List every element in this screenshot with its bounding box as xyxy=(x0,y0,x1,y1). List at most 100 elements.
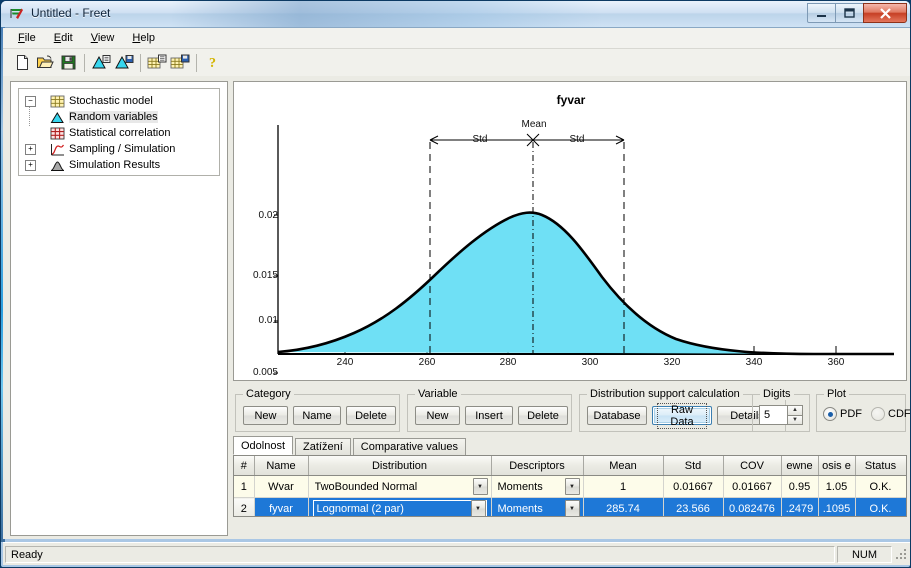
chevron-down-icon[interactable]: ▼ xyxy=(472,478,488,495)
new-icon[interactable] xyxy=(11,52,33,74)
title-bar: Untitled - Freet xyxy=(1,1,910,28)
col-header-status[interactable]: Status xyxy=(855,456,906,476)
row-index: 1 xyxy=(234,475,255,498)
category-name-button[interactable]: Name xyxy=(293,406,341,425)
digits-stepper[interactable]: 5 ▲ ▼ xyxy=(759,405,803,425)
row-mean[interactable]: 285.74 xyxy=(583,497,664,516)
correlation-red-icon xyxy=(50,127,65,139)
distribution-combobox[interactable]: TwoBounded Normal ▼ xyxy=(312,477,488,496)
minimize-button[interactable] xyxy=(807,3,836,23)
row-descriptors-cell[interactable]: Moments ▼ xyxy=(491,475,584,498)
chevron-down-icon[interactable]: ▼ xyxy=(564,478,580,495)
tab-odolnost[interactable]: Odolnost xyxy=(233,436,294,455)
random-variables-save-icon[interactable] xyxy=(113,52,135,74)
plot-pdf-radio[interactable]: PDF xyxy=(823,407,862,421)
row-name[interactable]: fyvar xyxy=(254,497,309,516)
chevron-down-icon[interactable]: ▼ xyxy=(470,500,486,516)
row-status: O.K. xyxy=(855,475,906,498)
col-header-skewness[interactable]: ewne xyxy=(781,456,819,476)
save-disk-icon[interactable] xyxy=(57,52,79,74)
chevron-down-icon[interactable]: ▼ xyxy=(564,500,580,516)
col-header-descriptors[interactable]: Descriptors xyxy=(491,456,584,476)
tab-comparative-values[interactable]: Comparative values xyxy=(352,438,466,455)
category-tabs: Odolnost Zatížení Comparative values xyxy=(233,436,468,455)
descriptors-combobox[interactable]: Moments ▼ xyxy=(495,477,580,496)
tree-node-stochastic-model[interactable]: − Stochastic model xyxy=(25,93,219,109)
category-delete-button[interactable]: Delete xyxy=(346,406,396,425)
digits-spin-arrows[interactable]: ▲ ▼ xyxy=(787,406,802,424)
table-row[interactable]: 1 Wvar TwoBounded Normal ▼ Moments ▼ 1 0… xyxy=(234,475,906,498)
tree-node-random-variables[interactable]: Random variables xyxy=(39,109,219,125)
pdf-area-fill xyxy=(278,212,894,354)
col-header-kurtosis[interactable]: osis e xyxy=(818,456,856,476)
chevron-down-icon[interactable]: ▼ xyxy=(787,415,802,424)
table-row[interactable]: 2 fyvar Lognormal (2 par) ▼ Moments ▼ 28… xyxy=(234,497,906,516)
col-header-mean[interactable]: Mean xyxy=(583,456,664,476)
row-std[interactable]: 23.566 xyxy=(663,497,724,516)
descriptors-combobox[interactable]: Moments ▼ xyxy=(495,499,580,516)
collapse-expander-icon[interactable]: − xyxy=(25,95,36,107)
raw-data-button[interactable]: Raw Data xyxy=(652,402,712,429)
random-variables-add-icon[interactable] xyxy=(90,52,112,74)
resize-grip-icon[interactable] xyxy=(894,547,908,561)
menu-item-help[interactable]: Help xyxy=(123,30,164,46)
col-header-index[interactable]: # xyxy=(234,456,255,476)
help-question-icon[interactable]: ? xyxy=(202,52,224,74)
tab-zatizeni[interactable]: Zatížení xyxy=(295,438,351,455)
variables-table[interactable]: # Name Distribution Descriptors Mean Std… xyxy=(233,455,907,517)
close-button[interactable] xyxy=(863,3,907,23)
toolbar-separator-3 xyxy=(196,53,197,72)
database-button[interactable]: Database xyxy=(587,406,647,425)
variable-insert-button[interactable]: Insert xyxy=(465,406,513,425)
chevron-up-icon[interactable]: ▲ xyxy=(787,406,802,416)
plot-group-title: Plot xyxy=(824,388,849,400)
category-new-button[interactable]: New xyxy=(243,406,288,425)
distribution-editor[interactable]: Lognormal (2 par) ▼ xyxy=(312,499,487,516)
row-kurtosis[interactable]: 1.05 xyxy=(818,475,856,498)
row-kurtosis[interactable]: .1095 xyxy=(818,497,856,516)
tree-node-sampling-simulation[interactable]: + Sampling / Simulation xyxy=(25,141,219,157)
row-skewness[interactable]: .2479 xyxy=(781,497,819,516)
menu-item-edit[interactable]: Edit xyxy=(45,30,82,46)
open-folder-icon[interactable] xyxy=(34,52,56,74)
row-descriptors-cell[interactable]: Moments ▼ xyxy=(491,497,584,516)
expand-expander-icon-results[interactable]: + xyxy=(25,159,36,171)
maximize-button[interactable] xyxy=(835,3,864,23)
menu-item-view[interactable]: View xyxy=(82,30,124,46)
radio-selected-icon xyxy=(823,407,837,421)
row-distribution-cell[interactable]: TwoBounded Normal ▼ xyxy=(308,475,492,498)
tree-node-statistical-correlation[interactable]: Statistical correlation xyxy=(39,125,219,141)
col-header-distribution[interactable]: Distribution xyxy=(308,456,492,476)
status-num-indicator: NUM xyxy=(837,546,892,563)
digits-group-title: Digits xyxy=(760,388,794,400)
expand-expander-icon-sampling[interactable]: + xyxy=(25,143,36,155)
menu-item-file[interactable]: FFileile xyxy=(9,30,45,46)
row-skewness[interactable]: 0.95 xyxy=(781,475,819,498)
variable-group: Variable New Insert Delete xyxy=(407,388,572,432)
col-header-std[interactable]: Std xyxy=(663,456,724,476)
col-header-name[interactable]: Name xyxy=(254,456,309,476)
col-header-cov[interactable]: COV xyxy=(723,456,782,476)
row-cov[interactable]: 0.01667 xyxy=(723,475,782,498)
plot-pdf-label: PDF xyxy=(840,408,862,420)
maximize-icon xyxy=(844,8,855,18)
plot-group: Plot PDF CDF xyxy=(816,388,910,432)
variable-new-button[interactable]: New xyxy=(415,406,460,425)
row-status: O.K. xyxy=(855,497,906,516)
row-name[interactable]: Wvar xyxy=(254,475,309,498)
grid-add-icon[interactable] xyxy=(146,52,168,74)
distribution-combobox[interactable]: Lognormal (2 par) ▼ xyxy=(314,499,486,516)
grid-save-icon[interactable] xyxy=(169,52,191,74)
tree-node-simulation-results[interactable]: + Simulation Results xyxy=(25,157,219,173)
tree-label-sampling-simulation: Sampling / Simulation xyxy=(69,143,176,155)
raw-data-button-label: Raw Data xyxy=(657,402,707,429)
row-cov[interactable]: 0.082476 xyxy=(723,497,782,516)
titlebar-gloss xyxy=(171,1,601,27)
variable-group-title: Variable xyxy=(415,388,461,400)
plot-cdf-radio[interactable]: CDF xyxy=(871,407,910,421)
row-distribution-cell[interactable]: Lognormal (2 par) ▼ xyxy=(308,497,492,516)
distribution-chart[interactable]: fyvar 0.02 0.015 0.01 0.005 240 260 280 … xyxy=(233,81,907,381)
row-mean[interactable]: 1 xyxy=(583,475,664,498)
row-std[interactable]: 0.01667 xyxy=(663,475,724,498)
variable-delete-button[interactable]: Delete xyxy=(518,406,568,425)
